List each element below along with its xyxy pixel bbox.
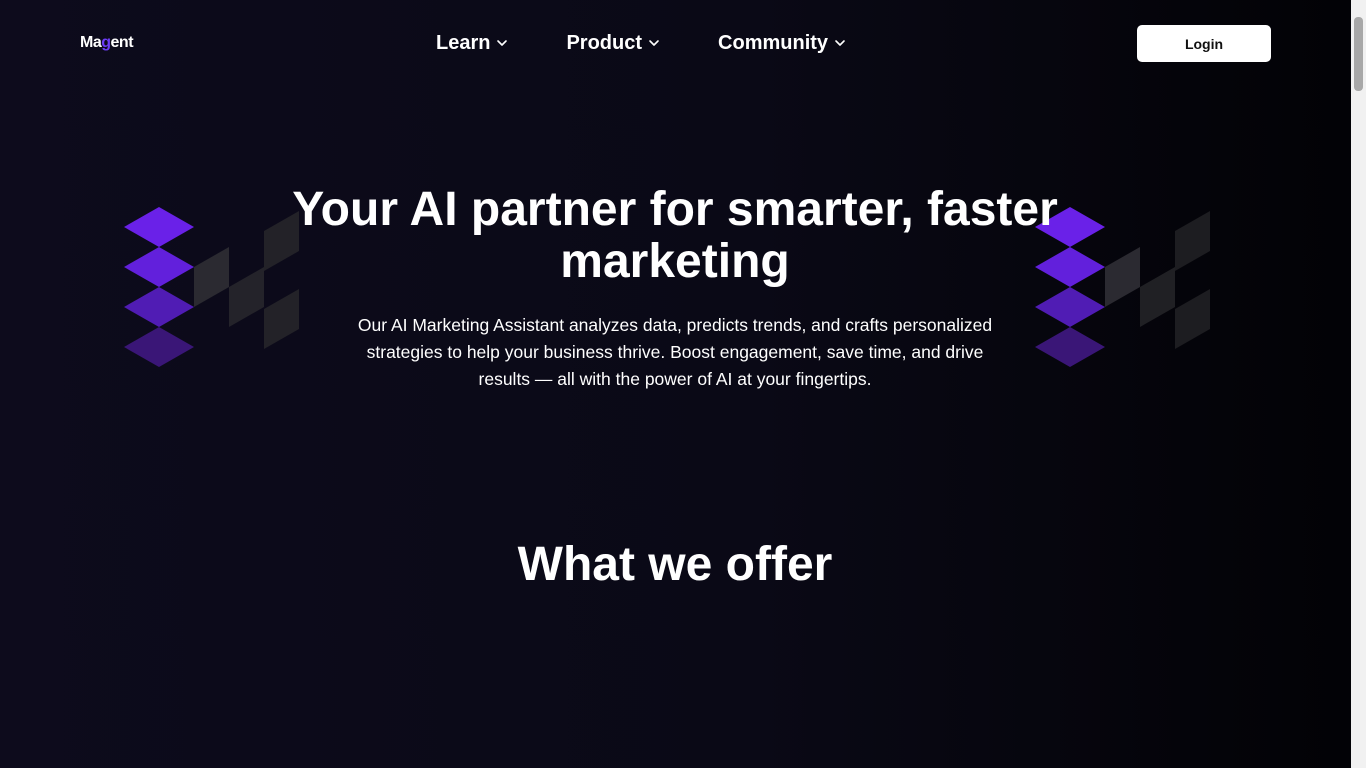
chevron-down-icon [649, 40, 659, 46]
brand-name: Magent [80, 34, 134, 51]
landing-page: Magent Learn Product Community Login You… [0, 0, 1366, 768]
hero-description: Our AI Marketing Assistant analyzes data… [357, 315, 993, 389]
nav-item-product[interactable]: Product [566, 32, 660, 55]
scrollbar-thumb[interactable] [1354, 17, 1363, 91]
chevron-down-icon [497, 40, 508, 46]
page-scrollbar[interactable] [1351, 0, 1366, 768]
nav-item-learn[interactable]: Learn [436, 32, 508, 55]
nav-item-community[interactable]: Community [718, 32, 846, 55]
nav-item-label: Learn [436, 31, 491, 54]
nav-item-label: Community [718, 31, 829, 54]
nav-item-label: Product [566, 31, 643, 54]
brand-logo[interactable]: Magent [80, 33, 134, 53]
hero-title: Your AI partner for smarter, faster mark… [292, 183, 1058, 288]
chevron-down-icon [835, 40, 845, 46]
cube-stack-decoration-left [124, 207, 299, 367]
main-nav: Learn Product Community [436, 30, 846, 56]
offer-section-title: What we offer [517, 538, 833, 591]
login-button[interactable]: Login [1137, 25, 1271, 62]
